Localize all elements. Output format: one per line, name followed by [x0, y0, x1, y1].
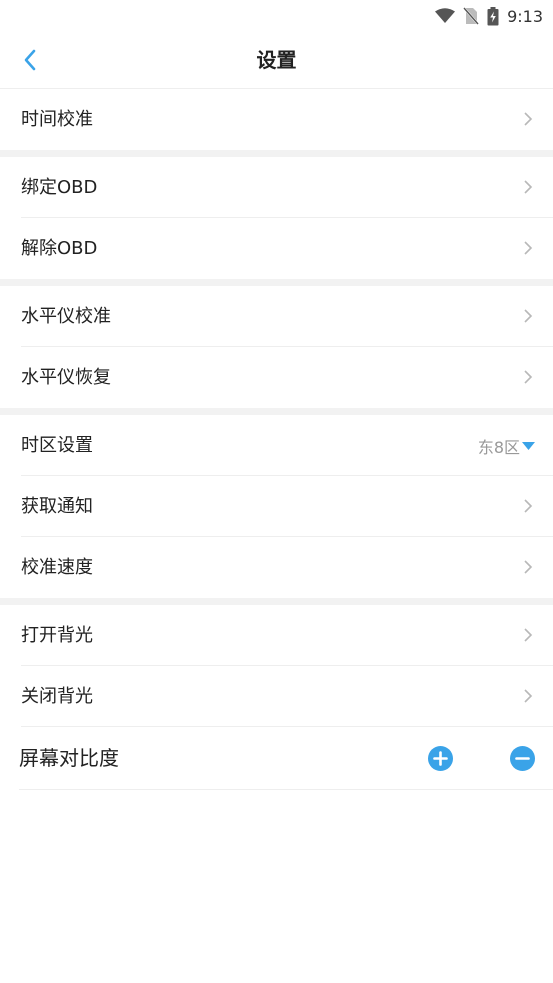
- status-bar: 9:13: [0, 0, 553, 32]
- row-label: 水平仪校准: [21, 306, 111, 327]
- timezone-dropdown[interactable]: 东8区: [478, 415, 535, 476]
- row-unbind-obd[interactable]: 解除OBD: [0, 218, 553, 279]
- row-label: 校准速度: [21, 557, 93, 578]
- row-speed-calibration[interactable]: 校准速度: [0, 537, 553, 598]
- row-label: 解除OBD: [21, 238, 98, 259]
- nav-bar: 设置: [0, 32, 553, 89]
- row-backlight-on[interactable]: 打开背光: [0, 605, 553, 666]
- contrast-increase-button[interactable]: [428, 746, 453, 771]
- chevron-right-icon: [524, 112, 533, 126]
- battery-charging-icon: [487, 6, 499, 26]
- row-get-notification[interactable]: 获取通知: [0, 476, 553, 537]
- chevron-right-icon: [524, 560, 533, 574]
- row-label: 水平仪恢复: [21, 367, 111, 388]
- chevron-right-icon: [524, 180, 533, 194]
- row-label: 时区设置: [21, 435, 93, 456]
- row-label: 打开背光: [21, 625, 93, 646]
- plus-circle-icon: [433, 751, 448, 766]
- chevron-right-icon: [524, 241, 533, 255]
- row-level-restore[interactable]: 水平仪恢复: [0, 347, 553, 408]
- row-bind-obd[interactable]: 绑定OBD: [0, 157, 553, 218]
- minus-circle-icon: [515, 757, 530, 760]
- section-divider: [0, 598, 553, 605]
- no-sim-icon: [463, 7, 479, 25]
- row-level-calibration[interactable]: 水平仪校准: [0, 286, 553, 347]
- contrast-decrease-button[interactable]: [510, 746, 535, 771]
- row-screen-contrast: 屏幕对比度: [19, 727, 553, 790]
- chevron-right-icon: [524, 499, 533, 513]
- chevron-right-icon: [524, 689, 533, 703]
- dropdown-triangle-icon: [522, 441, 535, 450]
- section-divider: [0, 408, 553, 415]
- chevron-right-icon: [524, 370, 533, 384]
- row-label: 获取通知: [21, 496, 93, 517]
- row-label: 时间校准: [21, 109, 93, 130]
- row-label: 关闭背光: [21, 686, 93, 707]
- row-timezone[interactable]: 时区设置 东8区: [0, 415, 553, 476]
- timezone-value: 东8区: [477, 437, 520, 457]
- row-label: 绑定OBD: [21, 177, 98, 198]
- row-time-calibration[interactable]: 时间校准: [0, 89, 553, 150]
- chevron-right-icon: [524, 628, 533, 642]
- contrast-label: 屏幕对比度: [19, 746, 119, 770]
- status-icons: 9:13: [435, 4, 543, 28]
- row-backlight-off[interactable]: 关闭背光: [0, 666, 553, 727]
- chevron-right-icon: [524, 309, 533, 323]
- status-time: 9:13: [507, 6, 543, 26]
- section-divider: [0, 279, 553, 286]
- settings-list: 时间校准 绑定OBD 解除OBD 水平仪校准 水平仪恢复 时区设置 东8区 获取…: [0, 89, 553, 790]
- wifi-icon: [435, 8, 456, 24]
- page-title: 设置: [256, 48, 297, 72]
- section-divider: [0, 150, 553, 157]
